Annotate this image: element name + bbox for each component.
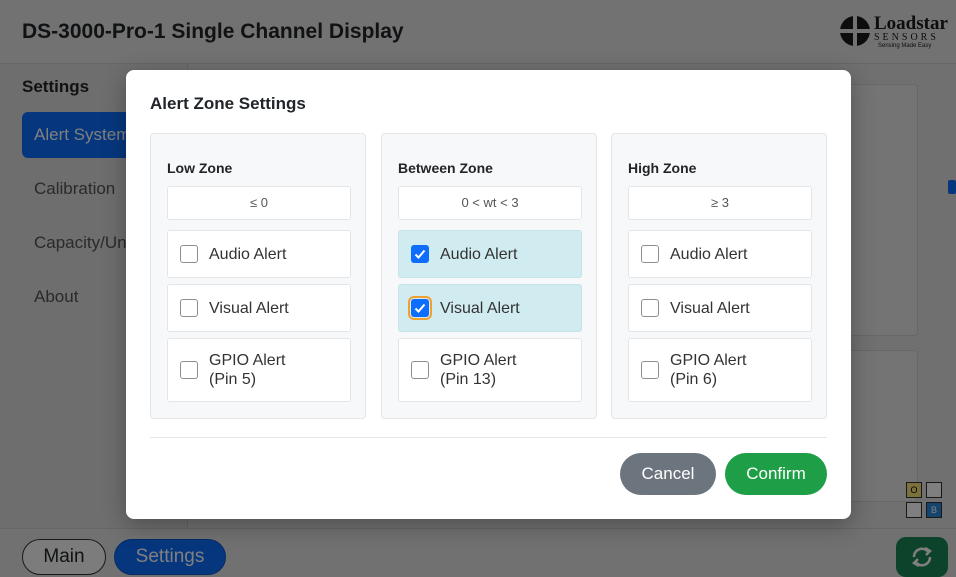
checkbox[interactable] bbox=[180, 361, 198, 379]
checkbox[interactable] bbox=[411, 361, 429, 379]
high-zone-panel: High Zone ≥ 3 Audio Alert Visual Alert G… bbox=[611, 133, 827, 419]
modal-divider bbox=[150, 437, 827, 438]
high-zone-audio-alert[interactable]: Audio Alert bbox=[628, 230, 812, 278]
checkbox[interactable] bbox=[641, 299, 659, 317]
checkbox[interactable] bbox=[180, 299, 198, 317]
between-zone-gpio-alert[interactable]: GPIO Alert (Pin 13) bbox=[398, 338, 582, 402]
low-zone-gpio-alert[interactable]: GPIO Alert (Pin 5) bbox=[167, 338, 351, 402]
option-label: Visual Alert bbox=[209, 300, 289, 317]
option-label: Audio Alert bbox=[670, 246, 748, 263]
option-label: GPIO Alert (Pin 5) bbox=[209, 352, 286, 388]
confirm-button[interactable]: Confirm bbox=[725, 453, 827, 495]
checkbox[interactable] bbox=[180, 245, 198, 263]
alert-zone-settings-modal: Alert Zone Settings Low Zone ≤ 0 Audio A… bbox=[126, 70, 851, 519]
checkbox[interactable] bbox=[641, 361, 659, 379]
checkmark-icon bbox=[414, 249, 426, 259]
option-label: GPIO Alert (Pin 6) bbox=[670, 352, 747, 388]
option-label: Audio Alert bbox=[209, 246, 287, 263]
zone-name: High Zone bbox=[628, 160, 697, 176]
low-zone-audio-alert[interactable]: Audio Alert bbox=[167, 230, 351, 278]
option-label: Audio Alert bbox=[440, 246, 518, 263]
option-label: Visual Alert bbox=[670, 300, 750, 317]
high-zone-visual-alert[interactable]: Visual Alert bbox=[628, 284, 812, 332]
checkbox-checked[interactable] bbox=[408, 296, 432, 320]
checkbox-checked[interactable] bbox=[411, 245, 429, 263]
between-zone-audio-alert[interactable]: Audio Alert bbox=[398, 230, 582, 278]
zone-name: Low Zone bbox=[167, 160, 233, 176]
between-zone-visual-alert[interactable]: Visual Alert bbox=[398, 284, 582, 332]
zone-range: 0 < wt < 3 bbox=[398, 186, 582, 220]
zone-range: ≤ 0 bbox=[167, 186, 351, 220]
between-zone-panel: Between Zone 0 < wt < 3 Audio Alert Visu… bbox=[381, 133, 597, 419]
checkbox[interactable] bbox=[641, 245, 659, 263]
option-label: Visual Alert bbox=[440, 300, 520, 317]
low-zone-visual-alert[interactable]: Visual Alert bbox=[167, 284, 351, 332]
checkmark-icon bbox=[414, 303, 426, 313]
zone-name: Between Zone bbox=[398, 160, 493, 176]
high-zone-gpio-alert[interactable]: GPIO Alert (Pin 6) bbox=[628, 338, 812, 402]
option-label: GPIO Alert (Pin 13) bbox=[440, 352, 517, 388]
zone-range: ≥ 3 bbox=[628, 186, 812, 220]
low-zone-panel: Low Zone ≤ 0 Audio Alert Visual Alert GP… bbox=[150, 133, 366, 419]
cancel-button[interactable]: Cancel bbox=[620, 453, 716, 495]
modal-title: Alert Zone Settings bbox=[150, 94, 306, 113]
